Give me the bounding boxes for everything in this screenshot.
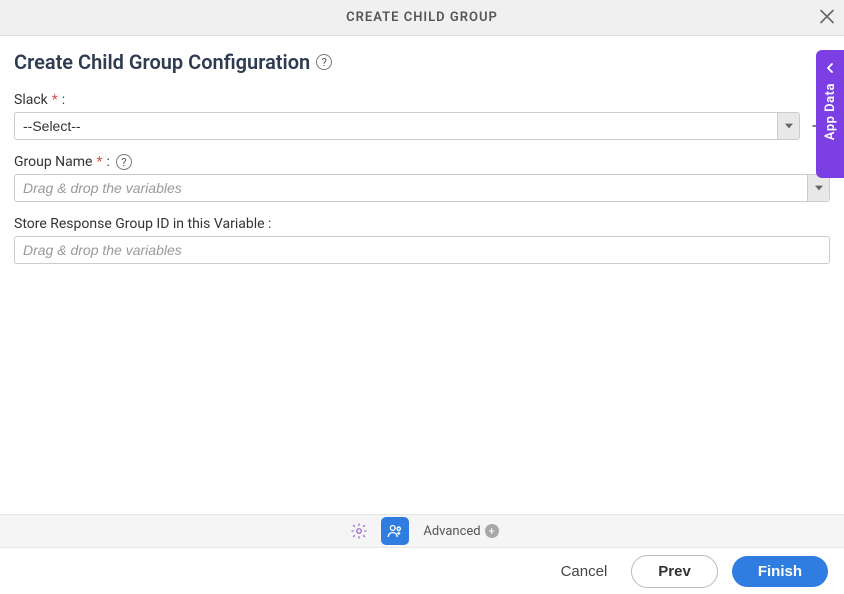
side-panel-label: App Data [823,83,838,140]
close-icon[interactable] [820,8,834,27]
group-tab[interactable] [381,517,409,545]
plus-circle-icon: + [485,524,499,538]
page-title: Create Child Group Configuration [14,50,310,74]
field-store-variable: Store Response Group ID in this Variable… [14,216,830,264]
field-label-row: Slack * : [14,92,830,108]
store-variable-input[interactable] [14,236,830,264]
prev-button[interactable]: Prev [631,555,718,588]
titlebar: CREATE CHILD GROUP [0,0,844,36]
store-variable-label: Store Response Group ID in this Variable… [14,216,271,232]
side-panel-toggle[interactable]: App Data [816,50,844,178]
titlebar-title: CREATE CHILD GROUP [346,10,498,25]
help-icon[interactable]: ? [116,154,132,170]
help-icon[interactable]: ? [316,54,332,70]
field-label-row: Group Name * : ? [14,154,830,170]
advanced-toggle[interactable]: Advanced + [423,524,498,539]
slack-combo-row [14,112,830,140]
required-marker: * [52,92,58,108]
tabbar: Advanced + [0,514,844,548]
label-colon: : [62,92,65,108]
footer: Cancel Prev Finish [0,548,844,594]
slack-label: Slack [14,92,48,108]
field-slack: Slack * : [14,92,830,140]
label-colon: : [107,154,110,170]
finish-button[interactable]: Finish [732,556,828,587]
slack-select-input[interactable] [15,113,777,139]
group-name-input[interactable] [14,174,830,202]
page-title-row: Create Child Group Configuration ? [14,50,830,74]
slack-select[interactable] [14,112,800,140]
advanced-label: Advanced [423,524,480,539]
content-area: Create Child Group Configuration ? Slack… [0,36,844,264]
chevron-down-icon[interactable] [807,175,829,201]
group-name-text-input[interactable] [15,175,807,201]
group-name-label: Group Name [14,154,92,170]
chevron-down-icon[interactable] [777,113,799,139]
cancel-button[interactable]: Cancel [551,557,618,586]
settings-tab[interactable] [345,517,373,545]
field-label-row: Store Response Group ID in this Variable… [14,216,830,232]
required-marker: * [96,154,102,170]
chevron-left-icon [825,58,835,77]
field-group-name: Group Name * : ? [14,154,830,202]
